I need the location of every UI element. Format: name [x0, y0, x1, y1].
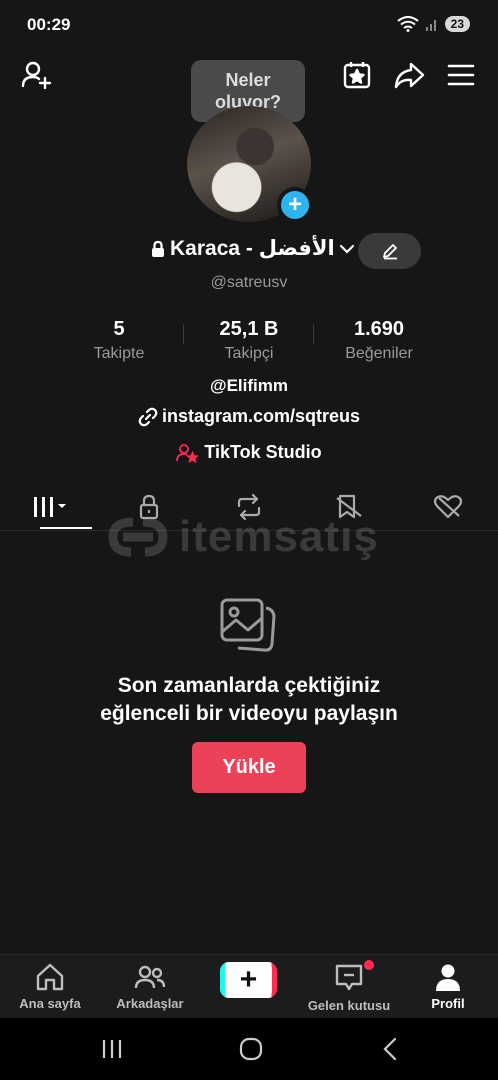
- following-label: Takipte: [93, 345, 145, 362]
- bio-link[interactable]: instagram.com/sqtreus: [0, 406, 498, 427]
- followers-label: Takipçi: [224, 345, 274, 362]
- notification-dot: [364, 960, 374, 970]
- link-icon: [138, 407, 158, 426]
- status-time: 00:29: [27, 15, 71, 34]
- wifi-icon: [397, 16, 419, 32]
- back-icon[interactable]: [361, 1034, 421, 1064]
- nav-home-label: Ana sayfa: [19, 996, 81, 1011]
- heart-hidden-icon: [434, 495, 463, 519]
- display-name: Karaca - الأفضل: [170, 237, 335, 260]
- home-button-icon[interactable]: [221, 1034, 281, 1064]
- likes-stat[interactable]: 1.690 Beğeniler: [314, 318, 444, 363]
- followers-count: 25,1 B: [219, 318, 279, 340]
- creator-studio-icon: [176, 443, 199, 463]
- empty-line1: Son zamanlarda çektiğiniz: [117, 674, 381, 697]
- tiktok-studio-label: TikTok Studio: [204, 442, 322, 462]
- bio-link-text: instagram.com/sqtreus: [161, 406, 361, 426]
- chevron-down-icon: [339, 244, 354, 254]
- empty-state-message: Son zamanlarda çektiğiniz eğlenceli bir …: [0, 672, 498, 728]
- create-button[interactable]: +: [220, 962, 277, 998]
- likes-label: Beğeniler: [345, 345, 413, 362]
- add-story-plus-icon[interactable]: +: [277, 187, 313, 223]
- nav-home[interactable]: Ana sayfa: [0, 963, 100, 1011]
- likes-count: 1.690: [353, 318, 405, 340]
- tiktok-studio-link[interactable]: TikTok Studio: [0, 442, 498, 463]
- system-nav-bar: [0, 1018, 498, 1080]
- nav-profile-label: Profil: [431, 996, 465, 1011]
- nav-friends-label: Arkadaşlar: [116, 996, 184, 1011]
- account-switcher[interactable]: Karaca - الأفضل: [150, 236, 355, 261]
- watermark: itemsatış: [103, 512, 379, 562]
- calendar-star-icon[interactable]: [339, 57, 375, 93]
- profile-icon: [436, 964, 460, 991]
- nav-inbox[interactable]: Gelen kutusu: [299, 963, 399, 1013]
- watermark-logo: [108, 517, 168, 557]
- plus-icon: +: [225, 962, 272, 998]
- inbox-icon: [335, 964, 363, 991]
- nav-profile[interactable]: Profil: [398, 963, 498, 1011]
- signal-icon: [425, 20, 436, 31]
- lock-icon: [152, 240, 164, 257]
- watermark-text: itemsatış: [179, 512, 379, 561]
- pencil-icon: [382, 244, 397, 260]
- home-icon: [36, 963, 64, 991]
- following-stat[interactable]: 5 Takipte: [54, 318, 184, 363]
- username: @satreusv: [210, 274, 288, 291]
- friends-icon: [134, 965, 166, 989]
- grid-filter-icon: [33, 497, 66, 517]
- add-friend-icon[interactable]: [18, 57, 54, 93]
- tooltip-line1: Neler: [225, 70, 271, 90]
- empty-line2: eğlenceli bir videoyu paylaşın: [100, 702, 398, 725]
- edit-profile-button[interactable]: [358, 233, 421, 269]
- nav-friends[interactable]: Arkadaşlar: [100, 963, 200, 1011]
- status-icons: 23: [397, 16, 470, 32]
- tab-liked[interactable]: [398, 484, 498, 530]
- empty-photos-icon: [220, 596, 278, 659]
- tab-videos[interactable]: [0, 484, 100, 530]
- share-icon[interactable]: [391, 57, 427, 93]
- following-count: 5: [113, 318, 125, 340]
- recent-apps-icon[interactable]: [82, 1034, 142, 1064]
- bio-text[interactable]: @Elifimm: [0, 376, 498, 396]
- menu-icon[interactable]: [443, 57, 479, 93]
- followers-stat[interactable]: 25,1 B Takipçi: [184, 318, 314, 363]
- nav-inbox-label: Gelen kutusu: [307, 998, 391, 1013]
- upload-button[interactable]: Yükle: [192, 742, 306, 793]
- battery-indicator: 23: [444, 16, 470, 32]
- active-tab-indicator: [40, 527, 92, 529]
